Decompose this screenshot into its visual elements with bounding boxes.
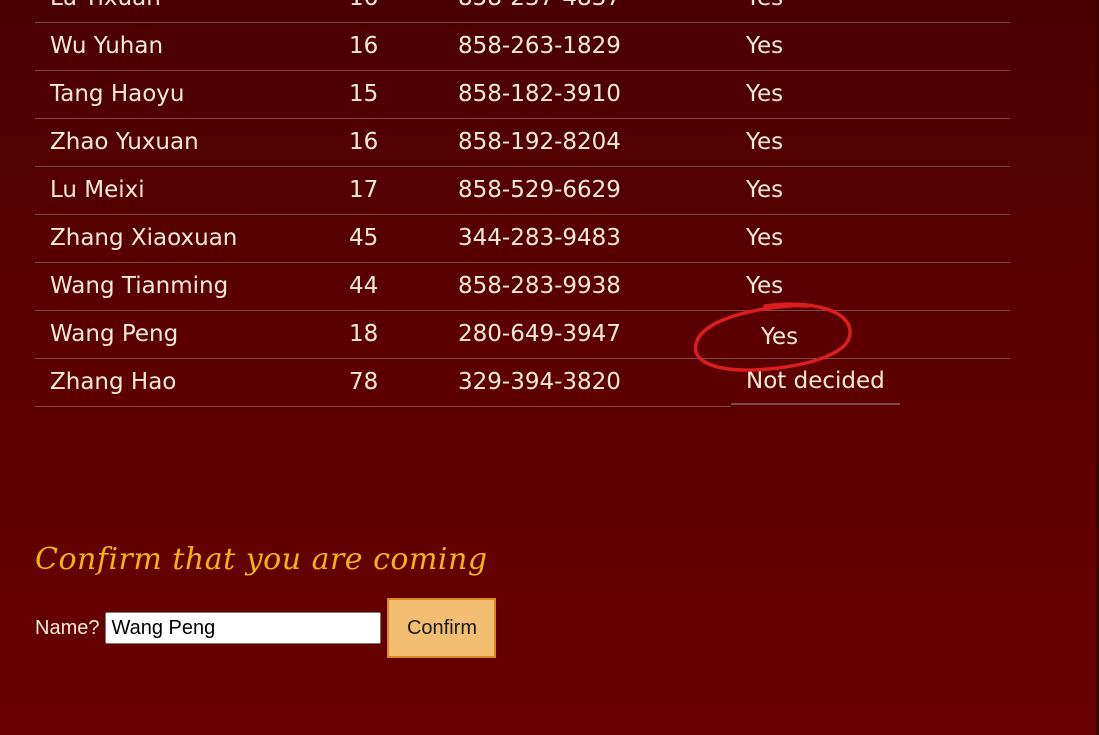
confirm-heading: Confirm that you are coming: [35, 542, 488, 577]
guest-name: Zhao Yuxuan: [35, 118, 334, 167]
guest-age: 44: [334, 262, 443, 311]
guest-age: 18: [334, 310, 443, 359]
guest-phone: 329-394-3820: [443, 358, 731, 407]
guest-phone: 858-192-8204: [443, 118, 731, 167]
confirm-form: Name? Confirm: [35, 598, 497, 658]
guest-name: Tang Haoyu: [35, 70, 334, 119]
table-row: Lu Meixi 17 858-529-6629 Yes: [35, 166, 1010, 215]
table-row: Wang Tianming 44 858-283-9938 Yes: [35, 262, 1010, 311]
guest-age: 17: [334, 166, 443, 215]
table-row: Wu Yuhan 16 858-263-1829 Yes: [35, 22, 1010, 71]
circle-stroke: [693, 302, 852, 372]
guest-name: Wu Yuhan: [35, 22, 334, 71]
table-row: Zhao Yuxuan 16 858-192-8204 Yes: [35, 118, 1010, 167]
guest-status: Yes: [731, 0, 1010, 23]
red-circle-annotation: [693, 302, 852, 372]
guest-name: Wang Tianming: [35, 262, 334, 311]
guest-phone: 280-649-3947: [443, 310, 731, 359]
guest-list-table: Lu Yixuan 16 858-237-4837 Yes Wu Yuhan 1…: [35, 0, 1010, 407]
guest-phone: 858-263-1829: [443, 22, 731, 71]
guest-status: Yes: [731, 214, 1010, 263]
name-label: Name?: [35, 616, 100, 639]
table-row: Zhang Xiaoxuan 45 344-283-9483 Yes: [35, 214, 1010, 263]
table-row: Wang Peng 18 280-649-3947: [35, 310, 1010, 359]
guest-name: Zhang Hao: [35, 358, 334, 407]
guest-phone: 344-283-9483: [443, 214, 731, 263]
guest-phone: 858-283-9938: [443, 262, 731, 311]
guest-age: 16: [334, 118, 443, 167]
name-input[interactable]: [105, 612, 382, 644]
guest-age: 16: [334, 0, 443, 23]
table-row: Tang Haoyu 15 858-182-3910 Yes: [35, 70, 1010, 119]
confirm-button[interactable]: Confirm: [387, 598, 497, 658]
table-row: Lu Yixuan 16 858-237-4837 Yes: [35, 0, 1010, 23]
guest-phone: 858-182-3910: [443, 70, 731, 119]
guest-name: Lu Meixi: [35, 166, 334, 215]
guest-status: Yes: [731, 22, 1010, 71]
guest-age: 15: [334, 70, 443, 119]
guest-phone: 858-237-4837: [443, 0, 731, 23]
guest-status: Yes: [731, 118, 1010, 167]
guest-age: 16: [334, 22, 443, 71]
guest-status: Yes: [731, 70, 1010, 119]
table-row: Zhang Hao 78 329-394-3820 Not decided: [35, 358, 1010, 407]
guest-age: 78: [334, 358, 443, 407]
guest-age: 45: [334, 214, 443, 263]
guest-phone: 858-529-6629: [443, 166, 731, 215]
guest-name: Zhang Xiaoxuan: [35, 214, 334, 263]
guest-status: Yes: [731, 166, 1010, 215]
guest-name: Wang Peng: [35, 310, 334, 359]
guest-name: Lu Yixuan: [35, 0, 334, 23]
